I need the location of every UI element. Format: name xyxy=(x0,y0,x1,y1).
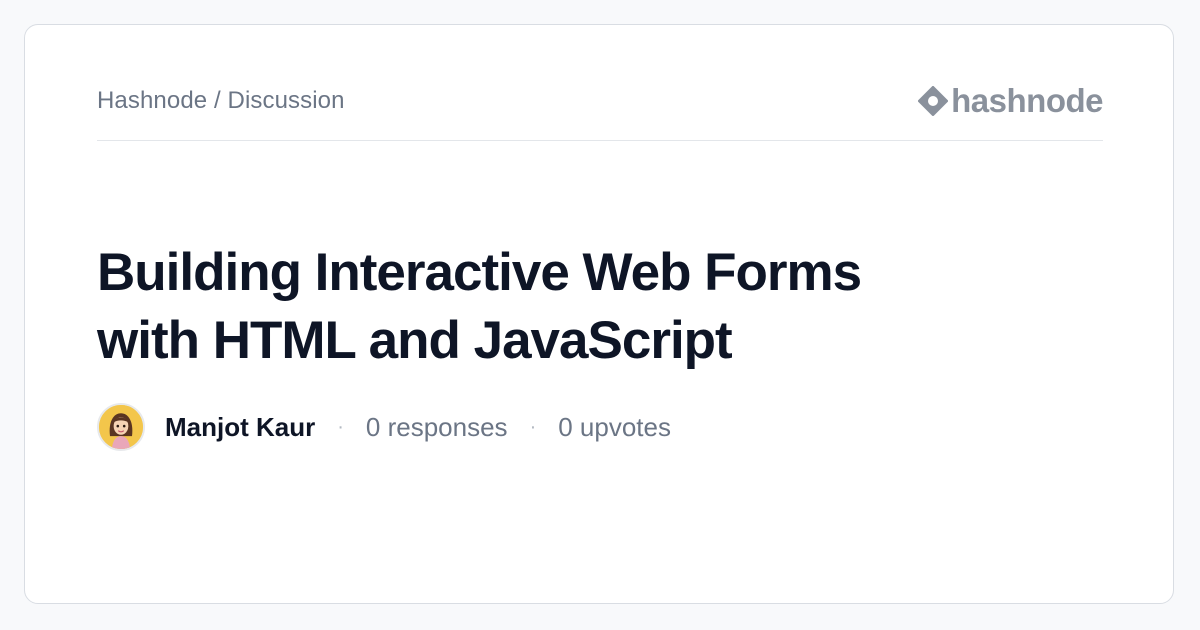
hashnode-logo-icon xyxy=(918,86,949,116)
breadcrumb[interactable]: Hashnode / Discussion xyxy=(97,87,345,115)
meta-separator: · xyxy=(337,415,344,438)
post-title-line-2: with HTML and JavaScript xyxy=(97,311,733,370)
user-avatar[interactable] xyxy=(97,403,145,451)
hashnode-logo[interactable]: hashnode xyxy=(918,82,1103,120)
meta-separator: · xyxy=(529,415,537,438)
card-header: Hashnode / Discussion hashnode xyxy=(97,77,1103,141)
upvotes-count[interactable]: 0 upvotes xyxy=(558,412,671,443)
responses-count[interactable]: 0 responses xyxy=(366,412,508,443)
post-title-line-1: Building Interactive Web Forms xyxy=(97,243,862,302)
post-card: Hashnode / Discussion hashnode Building … xyxy=(24,24,1174,604)
author-name[interactable]: Manjot Kaur xyxy=(165,412,315,443)
brand-name: hashnode xyxy=(951,82,1103,119)
post-meta: Manjot Kaur · 0 responses · 0 upvotes xyxy=(97,402,671,452)
post-title[interactable]: Building Interactive Web Forms with HTML… xyxy=(97,239,1057,375)
